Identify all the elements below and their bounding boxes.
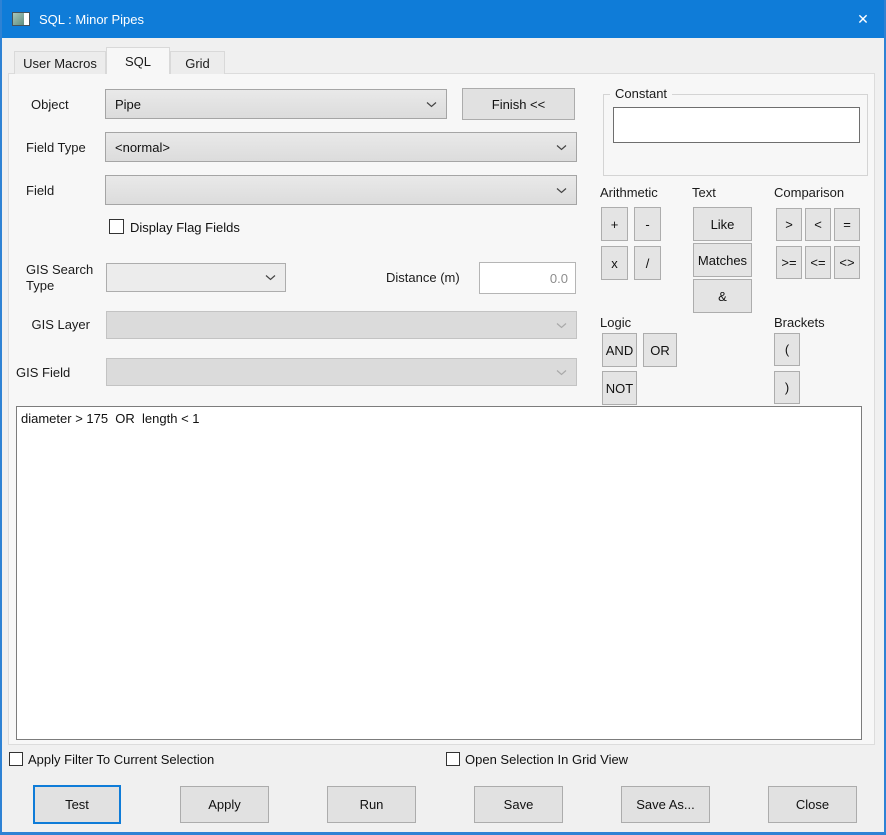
save-as-button[interactable]: Save As...: [621, 786, 710, 823]
multiply-button[interactable]: x: [601, 246, 628, 280]
gis-field-dropdown[interactable]: [106, 358, 577, 386]
close-dialog-button[interactable]: Close: [768, 786, 857, 823]
equals-button[interactable]: =: [834, 208, 860, 241]
window-title: SQL : Minor Pipes: [39, 11, 145, 27]
object-label: Object: [31, 97, 69, 112]
sql-dialog-window: SQL : Minor Pipes ✕ User Macros SQL Grid…: [0, 0, 886, 835]
field-type-dropdown-value: <normal>: [115, 139, 170, 155]
field-label: Field: [26, 183, 55, 198]
sql-query-editor[interactable]: diameter > 175 OR length < 1: [16, 406, 862, 740]
field-dropdown[interactable]: [105, 175, 577, 205]
not-equal-button[interactable]: <>: [834, 246, 860, 279]
distance-input[interactable]: [479, 262, 576, 294]
chevron-down-icon: [556, 369, 567, 376]
chevron-down-icon: [556, 187, 567, 194]
concat-button[interactable]: &: [693, 279, 752, 313]
less-than-button[interactable]: <: [805, 208, 831, 241]
constant-input[interactable]: [613, 107, 860, 143]
matches-button[interactable]: Matches: [693, 243, 752, 277]
gis-search-type-dropdown[interactable]: [106, 263, 286, 292]
open-selection-checkbox[interactable]: [446, 752, 460, 766]
field-type-dropdown[interactable]: <normal>: [105, 132, 577, 162]
minus-button[interactable]: -: [634, 207, 661, 241]
field-type-label: Field Type: [26, 140, 86, 155]
object-dropdown-value: Pipe: [115, 96, 142, 112]
chevron-down-icon: [265, 274, 276, 281]
display-flag-fields-checkbox[interactable]: [109, 219, 124, 234]
close-button[interactable]: ✕: [840, 0, 884, 38]
save-button[interactable]: Save: [474, 786, 563, 823]
greater-than-button[interactable]: >: [776, 208, 802, 241]
chevron-down-icon: [556, 144, 567, 151]
display-flag-fields-label: Display Flag Fields: [130, 220, 240, 235]
comparison-label: Comparison: [774, 185, 845, 200]
gis-layer-label: GIS Layer: [31, 317, 90, 332]
logic-label: Logic: [600, 315, 632, 330]
title-bar: SQL : Minor Pipes ✕: [2, 0, 884, 38]
app-icon: [12, 12, 30, 26]
apply-button[interactable]: Apply: [180, 786, 269, 823]
less-equal-button[interactable]: <=: [805, 246, 831, 279]
plus-button[interactable]: +: [601, 207, 628, 241]
chevron-down-icon: [556, 322, 567, 329]
not-button[interactable]: NOT: [602, 371, 637, 405]
and-button[interactable]: AND: [602, 333, 637, 367]
greater-equal-button[interactable]: >=: [776, 246, 802, 279]
tab-sql[interactable]: SQL: [106, 47, 170, 74]
app-icon-pane: [13, 13, 24, 25]
arithmetic-label: Arithmetic: [600, 185, 658, 200]
brackets-label: Brackets: [774, 315, 825, 330]
gis-search-type-label: GIS Search Type: [26, 262, 94, 293]
apply-filter-label: Apply Filter To Current Selection: [28, 752, 215, 767]
finish-button[interactable]: Finish <<: [462, 88, 575, 120]
text-label: Text: [692, 185, 716, 200]
or-button[interactable]: OR: [643, 333, 677, 367]
open-bracket-button[interactable]: (: [774, 333, 800, 366]
gis-layer-dropdown[interactable]: [106, 311, 577, 339]
run-button[interactable]: Run: [327, 786, 416, 823]
tab-grid[interactable]: Grid: [170, 51, 225, 74]
close-icon: ✕: [857, 11, 869, 27]
tab-user-macros[interactable]: User Macros: [14, 51, 106, 74]
distance-label: Distance (m): [386, 270, 460, 285]
like-button[interactable]: Like: [693, 207, 752, 241]
open-selection-label: Open Selection In Grid View: [465, 752, 629, 767]
test-button[interactable]: Test: [33, 785, 121, 824]
chevron-down-icon: [426, 101, 437, 108]
close-bracket-button[interactable]: ): [774, 371, 800, 404]
apply-filter-checkbox[interactable]: [9, 752, 23, 766]
constant-group-label: Constant: [610, 86, 673, 101]
divide-button[interactable]: /: [634, 246, 661, 280]
object-dropdown[interactable]: Pipe: [105, 89, 447, 119]
gis-field-label: GIS Field: [16, 365, 71, 380]
